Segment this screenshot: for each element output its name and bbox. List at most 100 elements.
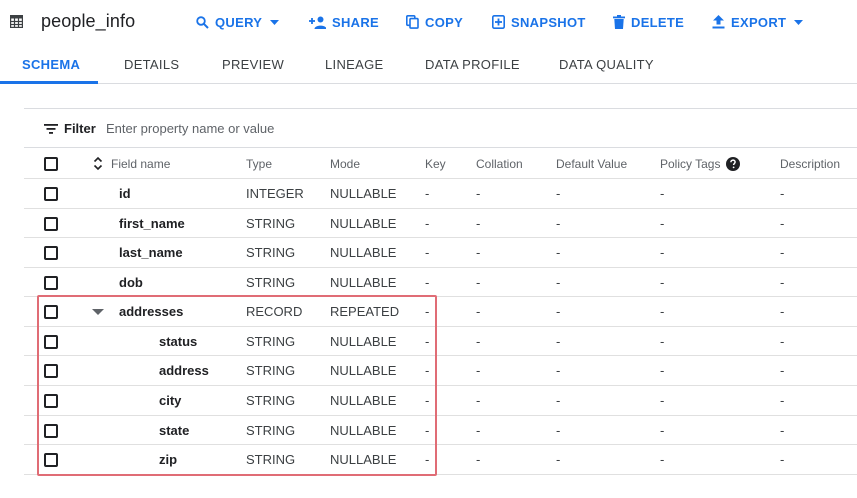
tab-lineage[interactable]: LINEAGE [325, 57, 383, 72]
row-checkbox[interactable] [44, 424, 58, 438]
collation-cell: - [476, 245, 481, 260]
mode-cell: NULLABLE [330, 422, 397, 438]
field-name-cell: zip [159, 452, 178, 467]
field-name-cell: first_name [119, 215, 185, 231]
description-cell: - [780, 393, 785, 408]
tab-data-quality[interactable]: DATA QUALITY [559, 57, 654, 72]
select-all-checkbox[interactable] [44, 157, 58, 171]
column-header-default-value: Default Value [556, 156, 628, 171]
field-name-cell: last_name [119, 245, 183, 260]
column-header-field-name[interactable]: Field name [111, 149, 170, 178]
row-checkbox[interactable] [44, 335, 58, 349]
row-checkbox[interactable] [44, 394, 58, 408]
mode-cell: NULLABLE [330, 245, 397, 260]
column-header-collation: Collation [476, 156, 523, 171]
chevron-down-icon [794, 19, 804, 25]
delete-button[interactable]: DELETE [613, 13, 684, 31]
toolbar: people_info QUERY SHARE COPY SNAPSHOT DE… [0, 0, 857, 44]
sort-icon[interactable] [93, 156, 103, 171]
mode-cell: NULLABLE [330, 393, 397, 408]
description-cell: - [780, 186, 785, 201]
copy-button[interactable]: COPY [406, 13, 463, 31]
query-button[interactable]: QUERY [196, 13, 280, 31]
table-row: dob STRING NULLABLE - - - - - [24, 268, 857, 297]
tab-schema[interactable]: SCHEMA [22, 57, 80, 72]
key-cell: - [425, 363, 430, 378]
table-row: state STRING NULLABLE - - - - - [24, 416, 857, 445]
field-name-cell: state [159, 422, 190, 438]
tab-preview[interactable]: PREVIEW [222, 57, 284, 72]
row-checkbox[interactable] [44, 187, 58, 201]
snapshot-button[interactable]: SNAPSHOT [492, 13, 586, 31]
active-tab-indicator [0, 81, 98, 84]
table-row: address STRING NULLABLE - - - - - [24, 356, 857, 386]
share-button[interactable]: SHARE [309, 13, 379, 31]
column-header-policy-tags: Policy Tags [660, 149, 741, 178]
type-cell: INTEGER [246, 186, 304, 201]
type-cell: RECORD [246, 304, 303, 319]
collation-cell: - [476, 186, 481, 201]
key-cell: - [425, 186, 430, 201]
default-value-cell: - [556, 363, 561, 378]
upload-icon [712, 15, 725, 29]
mode-cell: NULLABLE [330, 333, 397, 349]
row-checkbox[interactable] [44, 276, 58, 290]
row-checkbox[interactable] [44, 453, 58, 467]
default-value-cell: - [556, 422, 561, 438]
key-cell: - [425, 274, 430, 290]
collation-cell: - [476, 215, 481, 231]
policy-tags-cell: - [660, 186, 665, 201]
key-cell: - [425, 393, 430, 408]
row-checkbox[interactable] [44, 217, 58, 231]
policy-tags-cell: - [660, 363, 665, 378]
export-label: EXPORT [731, 14, 787, 30]
export-button[interactable]: EXPORT [712, 13, 804, 31]
policy-tags-cell: - [660, 422, 665, 438]
description-cell: - [780, 304, 785, 319]
tab-data-profile[interactable]: DATA PROFILE [425, 57, 520, 72]
filter-icon[interactable] [44, 124, 58, 134]
type-cell: STRING [246, 422, 296, 438]
delete-label: DELETE [631, 14, 685, 30]
table-row: city STRING NULLABLE - - - - - [24, 386, 857, 416]
tab-bar: SCHEMA DETAILS PREVIEW LINEAGE DATA PROF… [0, 46, 857, 84]
default-value-cell: - [556, 245, 561, 260]
type-cell: STRING [246, 363, 296, 378]
mode-cell: NULLABLE [330, 215, 397, 231]
share-label: SHARE [332, 14, 380, 30]
collation-cell: - [476, 304, 481, 319]
column-header-key: Key [425, 156, 446, 171]
table-row: status STRING NULLABLE - - - - - [24, 327, 857, 356]
policy-tags-cell: - [660, 452, 665, 467]
policy-tags-cell: - [660, 393, 665, 408]
type-cell: STRING [246, 245, 296, 260]
policy-tags-label: Policy Tags [660, 156, 721, 171]
collation-cell: - [476, 274, 481, 290]
filter-bar: Filter [24, 108, 857, 148]
mode-cell: NULLABLE [330, 452, 397, 467]
tab-details[interactable]: DETAILS [124, 57, 179, 72]
row-checkbox[interactable] [44, 364, 58, 378]
row-checkbox[interactable] [44, 305, 58, 319]
default-value-cell: - [556, 393, 561, 408]
table-row: last_name STRING NULLABLE - - - - - [24, 238, 857, 268]
table-row: zip STRING NULLABLE - - - - - [24, 445, 857, 475]
type-cell: STRING [246, 215, 296, 231]
collation-cell: - [476, 363, 481, 378]
table-row: first_name STRING NULLABLE - - - - - [24, 209, 857, 238]
mode-cell: REPEATED [330, 304, 400, 319]
chevron-down-icon [270, 19, 280, 25]
expand-arrow-icon[interactable] [92, 308, 104, 315]
help-icon[interactable] [726, 156, 741, 171]
description-cell: - [780, 215, 785, 231]
query-label: QUERY [215, 14, 263, 30]
default-value-cell: - [556, 304, 561, 319]
policy-tags-cell: - [660, 304, 665, 319]
default-value-cell: - [556, 274, 561, 290]
row-checkbox[interactable] [44, 246, 58, 260]
trash-icon [613, 15, 625, 29]
description-cell: - [780, 422, 785, 438]
mode-cell: NULLABLE [330, 186, 397, 201]
type-cell: STRING [246, 452, 296, 467]
filter-input[interactable] [106, 118, 506, 138]
